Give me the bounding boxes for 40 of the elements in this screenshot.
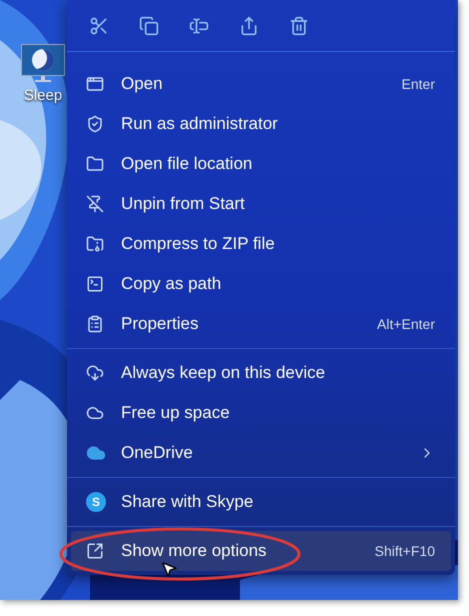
shortcut-text: Shift+F10: [374, 542, 435, 560]
expand-icon: [86, 542, 104, 560]
menu-item[interactable]: Always keep on this device: [71, 353, 451, 393]
menu-item[interactable]: Show more options Shift+F10: [71, 531, 451, 571]
menu-item-label: Show more options: [121, 540, 268, 562]
menu-item[interactable]: Unpin from Start: [71, 184, 451, 224]
shortcut-text: Enter: [402, 74, 435, 94]
menu-item-label: Free up space: [121, 402, 231, 424]
unpin-icon: [86, 195, 104, 213]
mouse-cursor-icon: [160, 560, 178, 578]
menu-item-label: Run as administrator: [121, 113, 279, 136]
menu-item[interactable]: Open Enter: [71, 64, 451, 104]
menu-item[interactable]: Properties Alt+Enter: [71, 304, 451, 344]
properties-icon: [86, 315, 104, 333]
folder-icon: [86, 155, 104, 173]
window-icon: [86, 75, 104, 93]
cloud-icon: [86, 404, 104, 422]
menu-item[interactable]: Run as administrator: [71, 104, 451, 144]
menu-item-label: Open: [121, 73, 164, 96]
menu-item[interactable]: Open file location: [71, 144, 451, 184]
monitor-icon[interactable]: [21, 44, 65, 82]
menu-item-label: Properties: [121, 313, 200, 336]
shield-icon: [86, 115, 104, 133]
desktop-icon-label[interactable]: Sleep: [24, 88, 62, 103]
menu-item-label: Share with Skype: [121, 491, 254, 514]
menu-item-label: Unpin from Start: [121, 193, 246, 216]
shortcut-text: Alt+Enter: [377, 314, 435, 334]
menu-item-label: OneDrive: [121, 442, 194, 464]
menu-item-label: Compress to ZIP file: [121, 233, 276, 256]
menu-item[interactable]: S Share with Skype: [71, 482, 451, 522]
menu-item[interactable]: OneDrive: [71, 433, 451, 473]
menu-item[interactable]: Copy as path: [71, 264, 451, 304]
skype-icon: S: [86, 492, 106, 512]
menu-item-label: Always keep on this device: [121, 362, 326, 384]
menu-item-label: Open file location: [121, 153, 254, 176]
menu-item[interactable]: Free up space: [71, 393, 451, 433]
cloud-download-icon: [86, 364, 104, 382]
menu-item[interactable]: Compress to ZIP file: [71, 224, 451, 264]
menu-item-label: Copy as path: [121, 273, 222, 296]
zip-folder-icon: [86, 235, 104, 253]
